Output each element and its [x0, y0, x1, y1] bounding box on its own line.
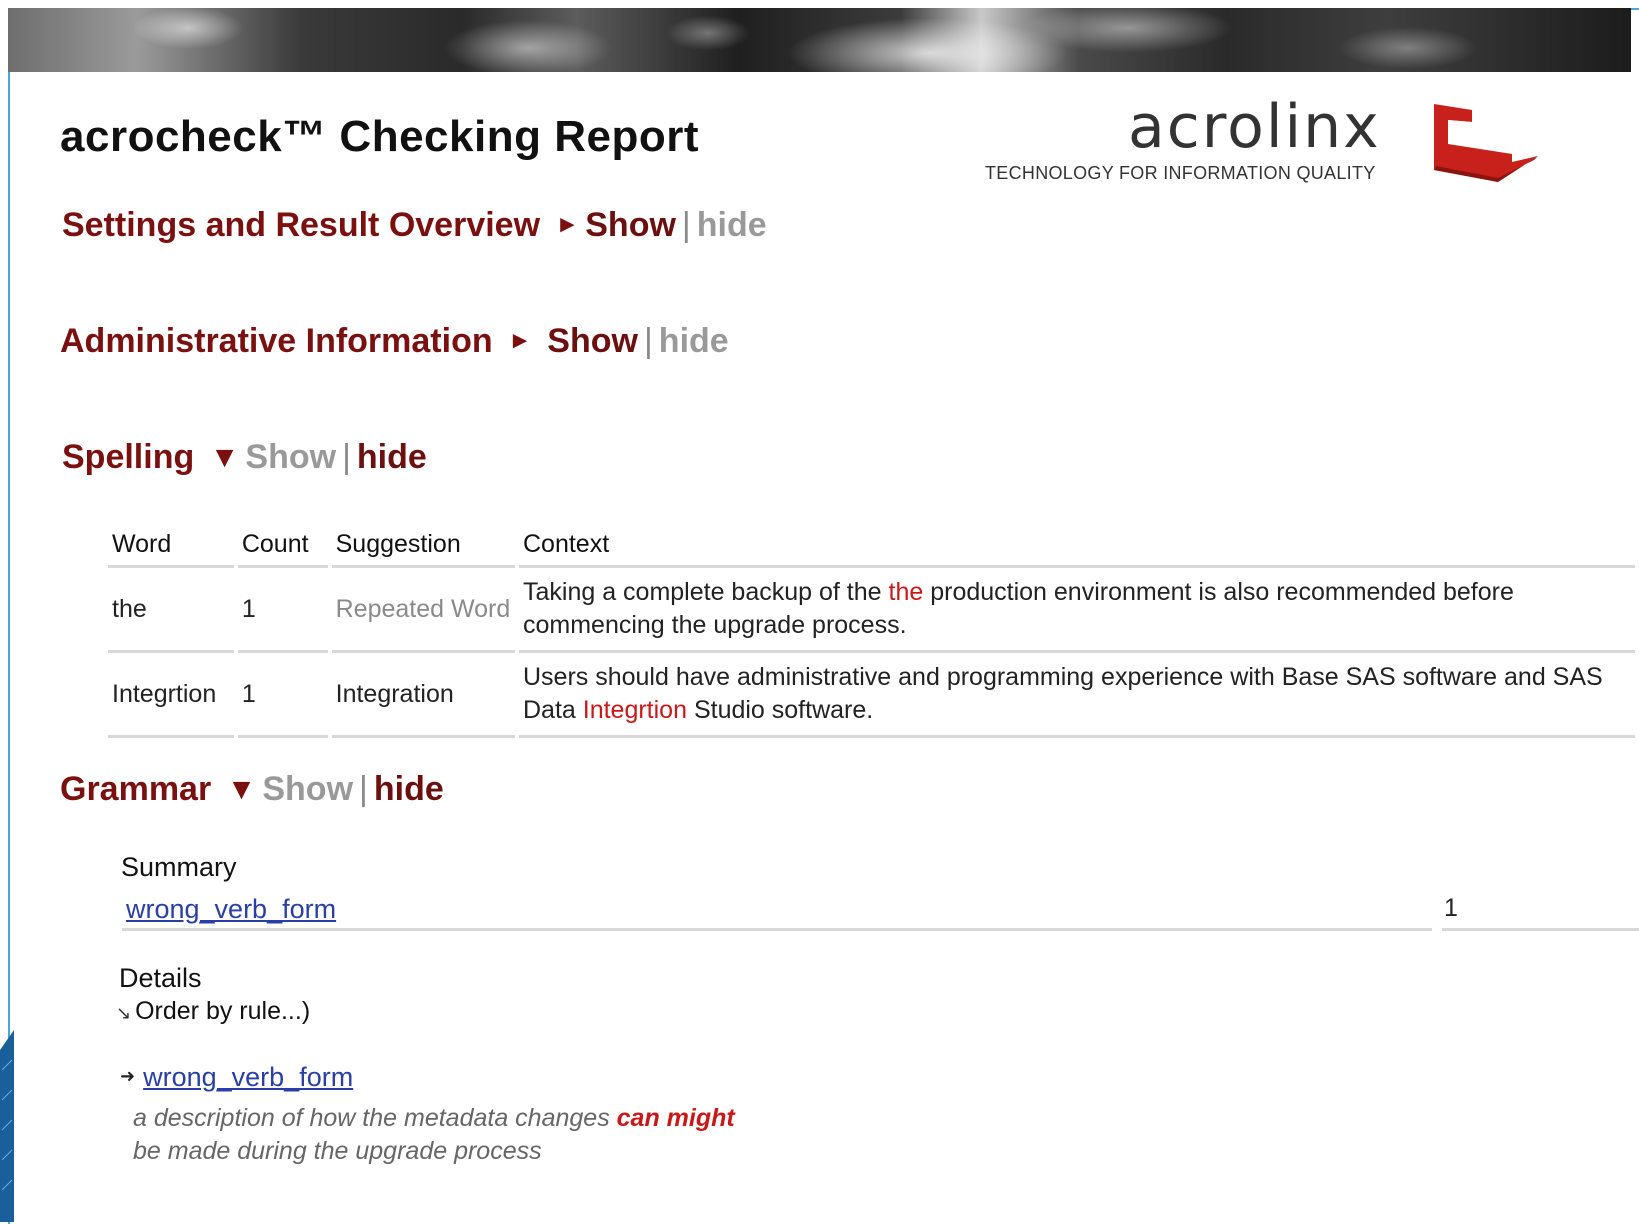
down-triangle-icon: ▼	[226, 773, 257, 806]
section-admin: Administrative Information ► Show | hide	[60, 322, 729, 361]
context-error-highlight: the	[888, 578, 924, 606]
cell-context: Taking a complete backup of the the prod…	[518, 568, 1635, 653]
cell-suggestion: Repeated Word	[331, 568, 515, 653]
context-error-highlight: Integrtion	[582, 696, 687, 724]
acrolinx-logo-icon	[1434, 104, 1538, 182]
spelling-show-link[interactable]: Show	[245, 438, 336, 476]
cell-count: 1	[237, 568, 328, 653]
column-header-context: Context	[518, 522, 1635, 568]
detail-rule-link[interactable]: wrong_verb_form	[143, 1062, 353, 1092]
grammar-show-link[interactable]: Show	[262, 770, 353, 808]
page-title: acrocheck™ Checking Report	[60, 112, 699, 161]
summary-count: 1	[1444, 894, 1458, 922]
description-text: a description of how the metadata change…	[133, 1104, 617, 1132]
grammar-hide-link[interactable]: hide	[374, 770, 444, 808]
admin-show-link[interactable]: Show	[547, 322, 638, 360]
table-header-row: Word Count Suggestion Context	[108, 522, 1635, 568]
cell-suggestion: Integration	[331, 653, 515, 738]
cell-context: Users should have administrative and pro…	[518, 653, 1635, 738]
details-heading: Details	[119, 963, 202, 993]
section-spelling: Spelling ▼ Show | hide	[62, 438, 427, 477]
column-header-count: Count	[237, 522, 328, 568]
cell-word: the	[108, 568, 234, 653]
plus-arrow-icon[interactable]: ➜	[120, 1066, 135, 1086]
summary-row: wrong_verb_form 1	[122, 890, 1639, 940]
separator: |	[681, 206, 691, 244]
divider	[1432, 910, 1442, 940]
cell-word: Integrtion	[108, 653, 234, 738]
summary-rule-link[interactable]: wrong_verb_form	[126, 894, 336, 925]
spelling-table: Word Count Suggestion Context the 1 Repe…	[104, 522, 1639, 738]
section-settings: Settings and Result Overview ► Show | hide	[62, 206, 767, 245]
separator: |	[342, 438, 351, 476]
description-text-line2: be made during the upgrade process	[133, 1137, 542, 1165]
down-triangle-icon: ▼	[209, 441, 240, 474]
decorative-corner	[0, 1030, 14, 1222]
section-spelling-label: Spelling	[62, 438, 195, 476]
cell-count: 1	[237, 653, 328, 738]
logo-wordmark: acrolinx	[1128, 92, 1381, 162]
detail-rule-item: ➜ wrong_verb_form	[120, 1062, 353, 1093]
separator: |	[359, 770, 368, 808]
description-error-highlight: can might	[616, 1104, 735, 1132]
admin-hide-link[interactable]: hide	[659, 322, 729, 360]
order-by-rule-link[interactable]: ↘ Order by rule...)	[116, 997, 310, 1026]
context-text: Studio software.	[687, 696, 874, 724]
section-admin-label: Administrative Information	[60, 322, 493, 360]
table-row: the 1 Repeated Word Taking a complete ba…	[108, 568, 1635, 653]
order-by-label: Order by rule...)	[135, 997, 311, 1025]
section-grammar-label: Grammar	[60, 770, 212, 808]
settings-show-link[interactable]: Show	[585, 206, 676, 244]
separator: |	[643, 322, 653, 360]
spelling-hide-link[interactable]: hide	[357, 438, 427, 476]
column-header-word: Word	[108, 522, 234, 568]
right-triangle-icon: ►	[555, 211, 580, 238]
settings-hide-link[interactable]: hide	[697, 206, 767, 244]
table-row: Integrtion 1 Integration Users should ha…	[108, 653, 1635, 738]
right-triangle-icon: ►	[508, 327, 532, 354]
context-text: Taking a complete backup of the	[522, 578, 889, 606]
logo-tagline: TECHNOLOGY FOR INFORMATION QUALITY	[985, 163, 1376, 183]
section-settings-label: Settings and Result Overview	[62, 206, 541, 244]
resize-arrow-icon: ↘	[116, 1003, 132, 1023]
section-grammar: Grammar ▼ Show | hide	[60, 770, 444, 809]
header-banner-image	[8, 8, 1631, 72]
summary-heading: Summary	[121, 852, 237, 882]
rule-description: a description of how the metadata change…	[133, 1102, 735, 1168]
column-header-suggestion: Suggestion	[331, 522, 515, 568]
